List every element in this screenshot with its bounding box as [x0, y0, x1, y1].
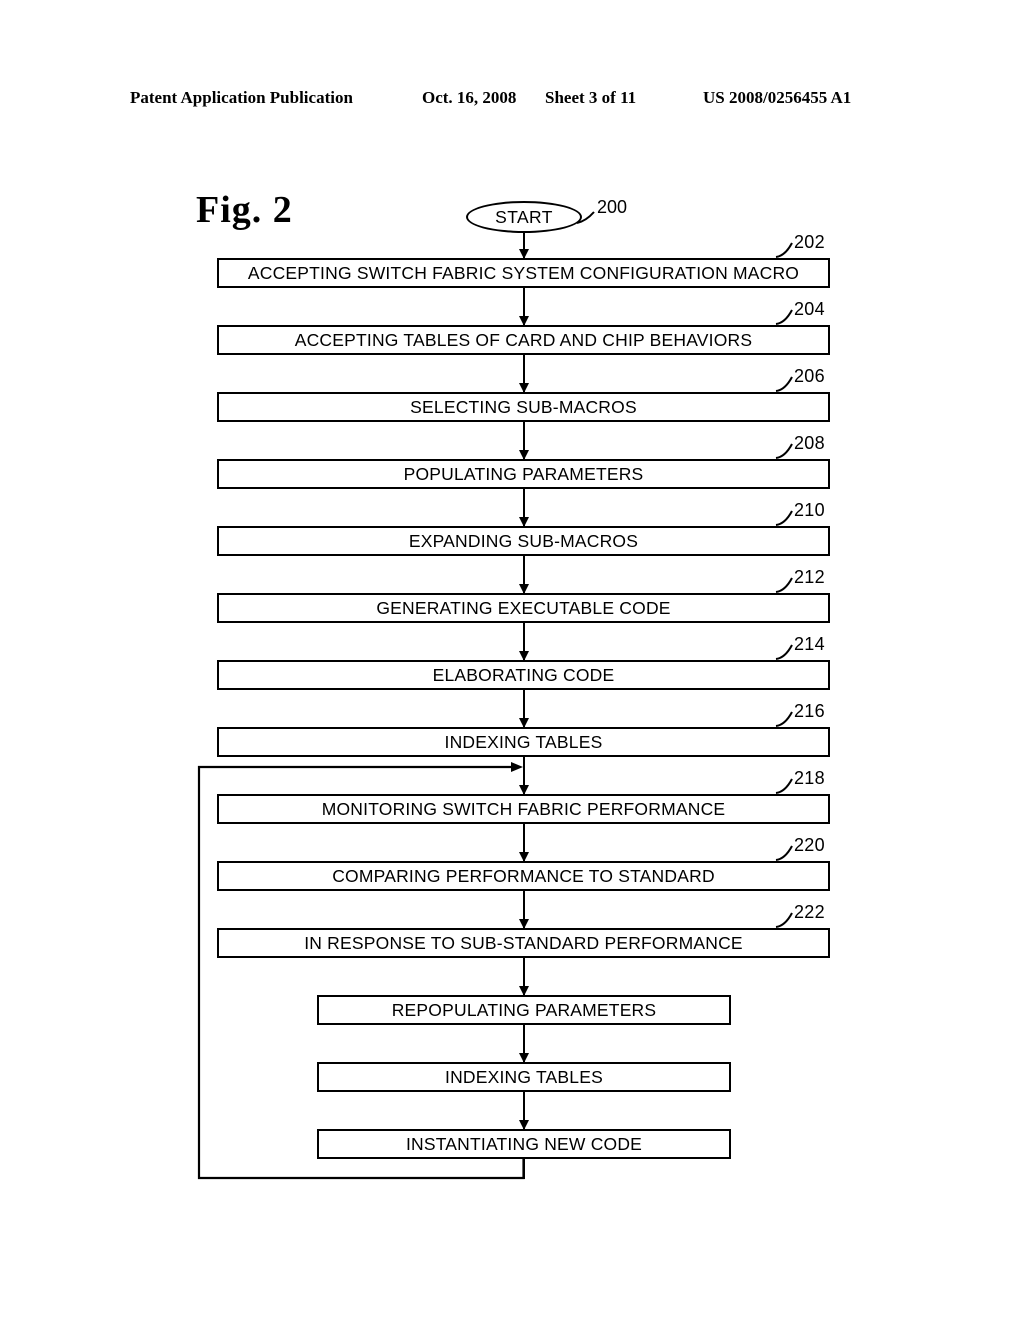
flow-arrow-tail — [523, 1159, 526, 1179]
reference-numeral-212: 212 — [775, 567, 825, 593]
reference-numeral-text: 220 — [794, 835, 825, 855]
flow-step-label: ELABORATING CODE — [432, 665, 615, 685]
flow-step-label: INDEXING TABLES — [444, 732, 603, 752]
reference-numeral-220: 220 — [775, 835, 825, 861]
header-sheet-number: Sheet 3 of 11 — [545, 88, 637, 107]
flow-arrow-10 — [523, 824, 526, 861]
flow-arrow-1 — [523, 233, 526, 258]
flow-step-label: INSTANTIATING NEW CODE — [405, 1134, 643, 1154]
reference-numeral-text: 218 — [794, 768, 825, 788]
flow-step-label: COMPARING PERFORMANCE TO STANDARD — [332, 866, 715, 886]
reference-numeral-214: 214 — [775, 634, 825, 660]
flow-step-box-214: ELABORATING CODE — [217, 660, 830, 690]
reference-numeral-218: 218 — [775, 768, 825, 794]
lead-line-icon — [576, 211, 595, 224]
flow-step-box-208: POPULATING PARAMETERS — [217, 459, 830, 489]
header-patent-number: US 2008/0256455 A1 — [703, 88, 852, 107]
flow-step-label: INDEXING TABLES — [445, 1067, 603, 1087]
flow-step-label: EXPANDING SUB-MACROS — [408, 531, 639, 551]
flow-arrow-8 — [523, 690, 526, 727]
flow-step-label: MONITORING SWITCH FABRIC PERFORMANCE — [321, 799, 726, 819]
lead-line-icon — [775, 912, 793, 928]
flow-step-box-repopulating-parameters: REPOPULATING PARAMETERS — [317, 995, 731, 1025]
lead-line-icon — [775, 376, 793, 392]
flow-step-label: IN RESPONSE TO SUB-STANDARD PERFORMANCE — [304, 933, 743, 953]
reference-numeral-text: 202 — [794, 232, 825, 252]
flow-step-box-218: MONITORING SWITCH FABRIC PERFORMANCE — [217, 794, 830, 824]
flow-step-label: GENERATING EXECUTABLE CODE — [376, 598, 671, 618]
flow-step-label: SELECTING SUB-MACROS — [410, 397, 637, 417]
reference-numeral-216: 216 — [775, 701, 825, 727]
flow-step-box-220: COMPARING PERFORMANCE TO STANDARD — [217, 861, 830, 891]
lead-line-icon — [775, 845, 793, 861]
flow-step-label: POPULATING PARAMETERS — [403, 464, 644, 484]
flow-arrow-13 — [523, 1025, 526, 1062]
flow-arrow-9 — [523, 757, 526, 794]
flow-step-box-202: ACCEPTING SWITCH FABRIC SYSTEM CONFIGURA… — [217, 258, 830, 288]
lead-line-icon — [775, 510, 793, 526]
lead-line-icon — [775, 242, 793, 258]
flow-arrow-11 — [523, 891, 526, 928]
lead-line-icon — [775, 309, 793, 325]
reference-numeral-222: 222 — [775, 902, 825, 928]
lead-line-icon — [775, 711, 793, 727]
flow-arrow-6 — [523, 556, 526, 593]
flow-step-box-instantiating-new-code: INSTANTIATING NEW CODE — [317, 1129, 731, 1159]
header-publication: Patent Application Publication — [130, 88, 353, 107]
figure-title: Fig. 2 — [196, 189, 293, 231]
reference-numeral-text: 214 — [794, 634, 825, 654]
lead-line-icon — [775, 577, 793, 593]
flow-step-box-216: INDEXING TABLES — [217, 727, 830, 757]
flow-step-box-210: EXPANDING SUB-MACROS — [217, 526, 830, 556]
flow-arrow-4 — [523, 422, 526, 459]
reference-numeral-text: 222 — [794, 902, 825, 922]
reference-numeral-text: 206 — [794, 366, 825, 386]
flow-arrow-7 — [523, 623, 526, 660]
reference-numeral-200: 200 — [576, 197, 628, 224]
reference-numeral-210: 210 — [775, 500, 825, 526]
flow-step-box-212: GENERATING EXECUTABLE CODE — [217, 593, 830, 623]
reference-numeral-208: 208 — [775, 433, 825, 459]
reference-numeral-206: 206 — [775, 366, 825, 392]
flow-arrow-14 — [523, 1092, 526, 1129]
flow-step-label: ACCEPTING TABLES OF CARD AND CHIP BEHAVI… — [294, 330, 753, 350]
flow-step-box-204: ACCEPTING TABLES OF CARD AND CHIP BEHAVI… — [217, 325, 830, 355]
flow-arrow-5 — [523, 489, 526, 526]
lead-line-icon — [775, 778, 793, 794]
flow-step-box-206: SELECTING SUB-MACROS — [217, 392, 830, 422]
flow-arrow-2 — [523, 288, 526, 325]
reference-numeral-text: 204 — [794, 299, 825, 319]
flow-step-box-indexing-tables: INDEXING TABLES — [317, 1062, 731, 1092]
reference-numeral-200-text: 200 — [597, 197, 628, 217]
reference-numeral-text: 212 — [794, 567, 825, 587]
flow-step-box-222: IN RESPONSE TO SUB-STANDARD PERFORMANCE — [217, 928, 830, 958]
flow-arrow-12 — [523, 958, 526, 995]
flow-step-label: REPOPULATING PARAMETERS — [391, 1000, 657, 1020]
reference-numeral-text: 216 — [794, 701, 825, 721]
flow-arrow-3 — [523, 355, 526, 392]
header-date: Oct. 16, 2008 — [422, 88, 517, 107]
flow-step-label: ACCEPTING SWITCH FABRIC SYSTEM CONFIGURA… — [247, 263, 800, 283]
reference-numeral-text: 210 — [794, 500, 825, 520]
reference-numeral-204: 204 — [775, 299, 825, 325]
lead-line-icon — [775, 443, 793, 459]
lead-line-icon — [775, 644, 793, 660]
page-header: Patent Application Publication Oct. 16, … — [0, 88, 1024, 112]
reference-numeral-202: 202 — [775, 232, 825, 258]
flowchart-start-node: START — [466, 201, 582, 233]
reference-numeral-text: 208 — [794, 433, 825, 453]
